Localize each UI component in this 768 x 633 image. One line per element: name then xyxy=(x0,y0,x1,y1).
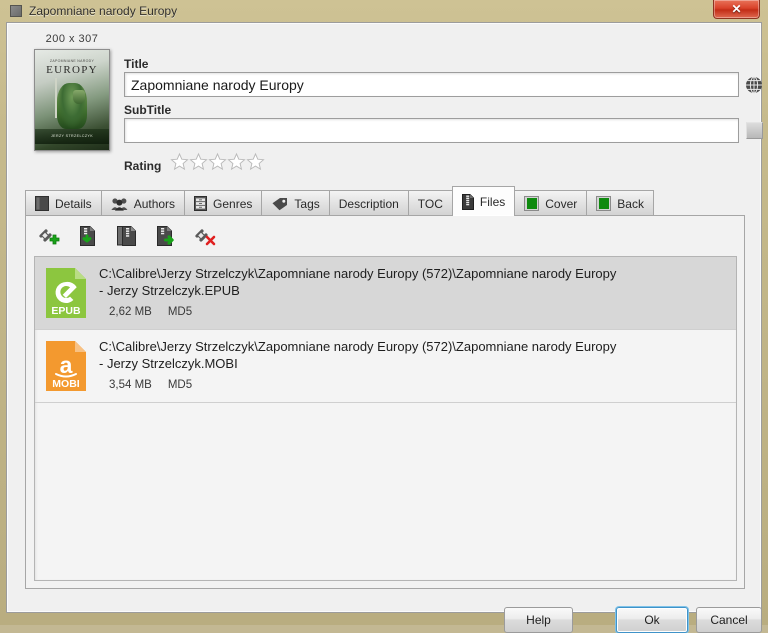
tab-back-label: Back xyxy=(617,196,644,211)
tab-authors-label: Authors xyxy=(133,196,176,211)
tab-description-label: Description xyxy=(338,196,399,211)
title-bar: Zapomniane narody Europy ✕ xyxy=(6,0,762,22)
file-hash-label[interactable]: MD5 xyxy=(168,306,192,318)
file-meta: 3,54 MB MD5 xyxy=(109,379,726,391)
rating-label: Rating xyxy=(124,159,162,173)
tab-tags[interactable]: Tags xyxy=(261,190,330,216)
tab-back[interactable]: Back xyxy=(586,190,654,216)
file-path: C:\Calibre\Jerzy Strzelczyk\Zapomniane n… xyxy=(99,266,617,298)
files-toolbar xyxy=(34,222,220,250)
copy-file-button[interactable] xyxy=(112,222,142,250)
tab-toc-label: TOC xyxy=(417,196,443,211)
remove-file-button[interactable] xyxy=(190,222,220,250)
cover-thumbnail-wrap: 200 x 307 ZAPOMNIANE NARODY EUROPY JERZY… xyxy=(31,33,113,151)
book-cover-image[interactable]: ZAPOMNIANE NARODY EUROPY JERZY STRZELCZY… xyxy=(34,49,110,151)
tab-details[interactable]: Details xyxy=(25,190,102,216)
tab-tags-label: Tags xyxy=(294,196,320,211)
subtitle-input[interactable] xyxy=(124,118,739,143)
file-meta: 2,62 MB MD5 xyxy=(109,306,726,318)
add-file-button[interactable] xyxy=(34,222,64,250)
link-remove-icon xyxy=(195,229,216,246)
book-icon xyxy=(10,5,22,17)
book-header-panel: 200 x 307 ZAPOMNIANE NARODY EUROPY JERZY… xyxy=(7,23,763,173)
tab-files-label: Files xyxy=(479,194,506,209)
link-plus-icon xyxy=(39,229,60,245)
title-input[interactable] xyxy=(124,72,739,97)
svg-text:a: a xyxy=(60,352,73,378)
subtitle-field-label: SubTitle xyxy=(124,103,172,117)
subtitle-side-button[interactable] xyxy=(746,122,763,139)
star-icon-3[interactable] xyxy=(208,152,227,171)
green-book-icon xyxy=(524,196,540,211)
globe-icon[interactable] xyxy=(745,76,763,94)
svg-text:MOBI: MOBI xyxy=(52,378,79,390)
cancel-button[interactable]: Cancel xyxy=(696,607,762,633)
file-size: 3,54 MB xyxy=(109,379,152,391)
file-hash-label[interactable]: MD5 xyxy=(168,379,192,391)
window-title: Zapomniane narody Europy xyxy=(29,4,178,18)
file-path: C:\Calibre\Jerzy Strzelczyk\Zapomniane n… xyxy=(99,339,617,371)
tab-genres[interactable]: Genres xyxy=(184,190,263,216)
star-icon-1[interactable] xyxy=(170,152,189,171)
cover-shield-decoration xyxy=(73,90,85,104)
import-file-button[interactable] xyxy=(73,222,103,250)
file-info: C:\Calibre\Jerzy Strzelczyk\Zapomniane n… xyxy=(99,265,726,329)
tag-icon xyxy=(272,197,288,210)
people-icon xyxy=(111,197,128,211)
tab-strip: Details Authors Genres Tags Description … xyxy=(25,186,745,216)
rating-stars[interactable] xyxy=(170,152,265,171)
export-file-button[interactable] xyxy=(151,222,181,250)
mobi-file-icon: a MOBI xyxy=(46,341,86,391)
file-copy-icon xyxy=(117,226,136,246)
file-export-icon xyxy=(157,226,174,246)
file-cabinet-icon xyxy=(194,196,208,211)
close-button[interactable]: ✕ xyxy=(713,0,760,19)
title-field-label: Title xyxy=(124,57,149,71)
tab-cover[interactable]: Cover xyxy=(514,190,588,216)
tab-description[interactable]: Description xyxy=(328,190,409,216)
list-item[interactable]: EPUB C:\Calibre\Jerzy Strzelczyk\Zapomni… xyxy=(35,257,736,330)
file-size: 2,62 MB xyxy=(109,306,152,318)
file-list[interactable]: EPUB C:\Calibre\Jerzy Strzelczyk\Zapomni… xyxy=(34,256,737,581)
file-download-icon xyxy=(80,226,95,246)
list-item[interactable]: a MOBI C:\Calibre\Jerzy Strzelczyk\Zapom… xyxy=(35,330,736,403)
files-tab-page: EPUB C:\Calibre\Jerzy Strzelczyk\Zapomni… xyxy=(25,215,745,589)
dialog-window: Zapomniane narody Europy ✕ 200 x 307 ZAP… xyxy=(0,0,768,633)
dialog-client-area: 200 x 307 ZAPOMNIANE NARODY EUROPY JERZY… xyxy=(6,22,763,633)
cover-dimensions-label: 200 x 307 xyxy=(45,33,99,45)
ok-button[interactable]: Ok xyxy=(616,607,688,633)
tab-genres-label: Genres xyxy=(213,196,253,211)
star-icon-2[interactable] xyxy=(189,152,208,171)
star-icon-5[interactable] xyxy=(246,152,265,171)
zip-file-icon xyxy=(461,193,474,210)
svg-text:EPUB: EPUB xyxy=(51,305,81,317)
star-icon-4[interactable] xyxy=(227,152,246,171)
cover-top-text: ZAPOMNIANE NARODY xyxy=(49,59,95,63)
epub-file-icon: EPUB xyxy=(46,268,86,318)
file-info: C:\Calibre\Jerzy Strzelczyk\Zapomniane n… xyxy=(99,338,726,402)
tab-authors[interactable]: Authors xyxy=(100,190,186,216)
cover-author-text: JERZY STRZELCZYK xyxy=(50,134,94,138)
tab-files[interactable]: Files xyxy=(451,186,516,216)
green-book-icon xyxy=(596,196,612,211)
tab-toc[interactable]: TOC xyxy=(407,190,453,216)
tab-cover-label: Cover xyxy=(545,196,578,211)
tab-details-label: Details xyxy=(55,196,92,211)
book-icon xyxy=(35,196,49,211)
cover-title-text: EUROPY xyxy=(46,64,98,76)
help-button[interactable]: Help xyxy=(504,607,573,633)
